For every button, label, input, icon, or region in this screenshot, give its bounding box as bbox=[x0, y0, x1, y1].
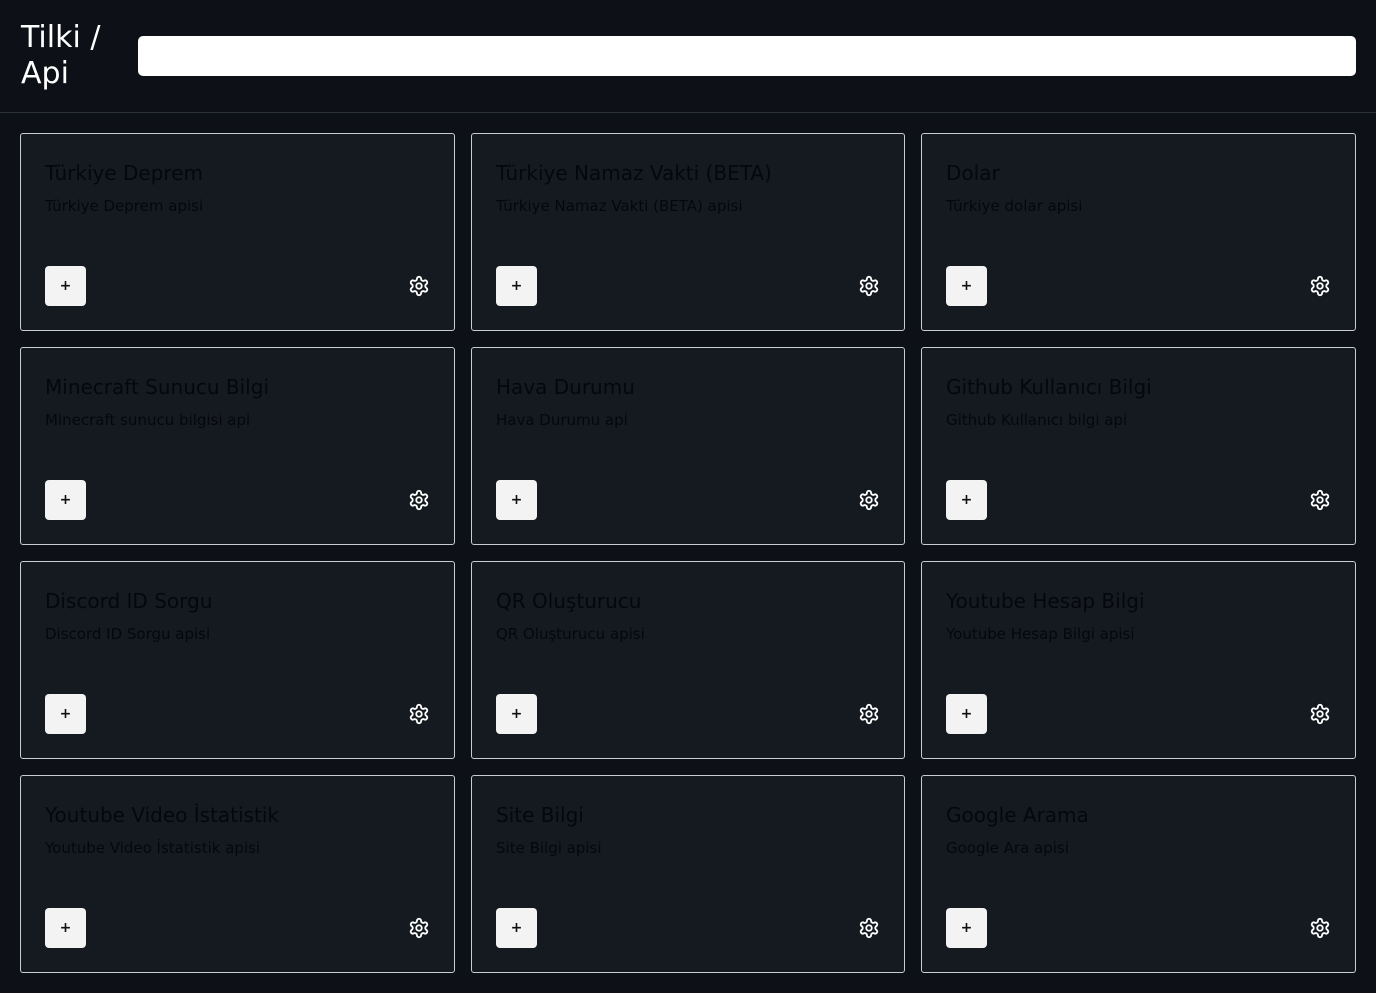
gear-icon[interactable] bbox=[1309, 917, 1331, 939]
card-description: Discord ID Sorgu apisi bbox=[45, 625, 211, 643]
gear-icon[interactable] bbox=[1309, 275, 1331, 297]
card-title: Türkiye Deprem bbox=[45, 161, 203, 185]
api-card: Discord ID Sorgu Discord ID Sorgu apisi … bbox=[20, 561, 455, 759]
gear-icon[interactable] bbox=[408, 917, 430, 939]
api-card: Dolar Türkiye dolar apisi + bbox=[921, 133, 1356, 331]
card-title: Site Bilgi bbox=[496, 803, 584, 827]
card-description: Türkiye Namaz Vakti (BETA) apisi bbox=[496, 197, 743, 215]
card-description: QR Oluşturucu apisi bbox=[496, 625, 645, 643]
api-card: Github Kullanıcı Bilgi Github Kullanıcı … bbox=[921, 347, 1356, 545]
add-button[interactable]: + bbox=[946, 480, 987, 520]
card-title: Minecraft Sunucu Bilgi bbox=[45, 375, 269, 399]
add-button[interactable]: + bbox=[496, 908, 537, 948]
add-button[interactable]: + bbox=[946, 694, 987, 734]
top-header: Tilki / Api bbox=[0, 0, 1376, 113]
gear-icon[interactable] bbox=[1309, 703, 1331, 725]
card-title: QR Oluşturucu bbox=[496, 589, 642, 613]
api-card: Türkiye Namaz Vakti (BETA) Türkiye Namaz… bbox=[471, 133, 905, 331]
card-title: Github Kullanıcı Bilgi bbox=[946, 375, 1152, 399]
add-button[interactable]: + bbox=[496, 480, 537, 520]
add-button[interactable]: + bbox=[496, 694, 537, 734]
card-title: Google Arama bbox=[946, 803, 1089, 827]
card-description: Youtube Video İstatistik apisi bbox=[45, 839, 261, 857]
card-title: Youtube Hesap Bilgi bbox=[946, 589, 1145, 613]
add-button[interactable]: + bbox=[45, 908, 86, 948]
gear-icon[interactable] bbox=[408, 703, 430, 725]
add-button[interactable]: + bbox=[45, 480, 86, 520]
api-card: Youtube Hesap Bilgi Youtube Hesap Bilgi … bbox=[921, 561, 1356, 759]
gear-icon[interactable] bbox=[408, 489, 430, 511]
api-card: Hava Durumu Hava Durumu api + bbox=[471, 347, 905, 545]
api-card: Youtube Video İstatistik Youtube Video İ… bbox=[20, 775, 455, 973]
gear-icon[interactable] bbox=[408, 275, 430, 297]
add-button[interactable]: + bbox=[946, 908, 987, 948]
add-button[interactable]: + bbox=[496, 266, 537, 306]
card-description: Github Kullanıcı bilgi api bbox=[946, 411, 1128, 429]
card-title: Dolar bbox=[946, 161, 1000, 185]
api-card: Türkiye Deprem Türkiye Deprem apisi + bbox=[20, 133, 455, 331]
gear-icon[interactable] bbox=[858, 489, 880, 511]
card-description: Türkiye Deprem apisi bbox=[45, 197, 204, 215]
gear-icon[interactable] bbox=[1309, 489, 1331, 511]
add-button[interactable]: + bbox=[946, 266, 987, 306]
brand-title-line-1: Tilki / bbox=[21, 20, 101, 55]
card-description: Google Ara apisi bbox=[946, 839, 1069, 857]
card-description: Site Bilgi apisi bbox=[496, 839, 602, 857]
api-card: QR Oluşturucu QR Oluşturucu apisi + bbox=[471, 561, 905, 759]
card-title: Discord ID Sorgu bbox=[45, 589, 213, 613]
gear-icon[interactable] bbox=[858, 917, 880, 939]
gear-icon[interactable] bbox=[858, 275, 880, 297]
card-description: Youtube Hesap Bilgi apisi bbox=[946, 625, 1135, 643]
search-input[interactable] bbox=[138, 36, 1356, 76]
card-title: Türkiye Namaz Vakti (BETA) bbox=[496, 161, 772, 185]
gear-icon[interactable] bbox=[858, 703, 880, 725]
api-card: Minecraft Sunucu Bilgi Minecraft sunucu … bbox=[20, 347, 455, 545]
api-card-grid: Türkiye Deprem Türkiye Deprem apisi + Tü… bbox=[20, 133, 1356, 973]
card-description: Minecraft sunucu bilgisi api bbox=[45, 411, 251, 429]
api-card: Google Arama Google Ara apisi + bbox=[921, 775, 1356, 973]
add-button[interactable]: + bbox=[45, 266, 86, 306]
brand-title[interactable]: Tilki / Api bbox=[21, 20, 100, 92]
card-description: Hava Durumu api bbox=[496, 411, 628, 429]
card-title: Youtube Video İstatistik bbox=[45, 803, 279, 827]
add-button[interactable]: + bbox=[45, 694, 86, 734]
card-title: Hava Durumu bbox=[496, 375, 635, 399]
card-description: Türkiye dolar apisi bbox=[946, 197, 1083, 215]
api-card: Site Bilgi Site Bilgi apisi + bbox=[471, 775, 905, 973]
brand-title-line-2: Api bbox=[21, 56, 69, 91]
